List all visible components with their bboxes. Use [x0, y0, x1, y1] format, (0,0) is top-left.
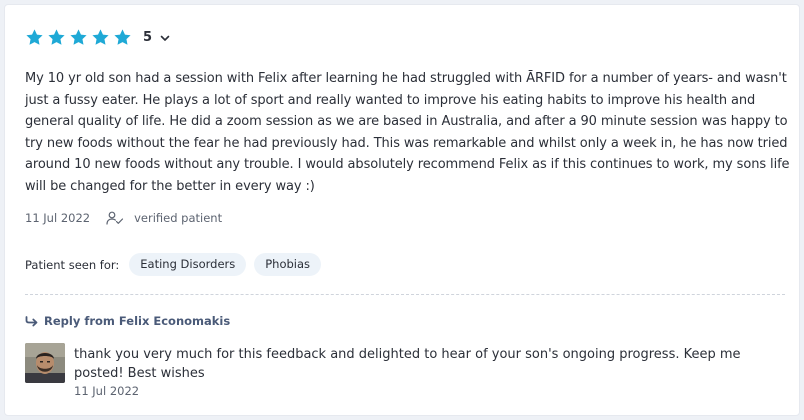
star-icon [114, 29, 131, 45]
user-check-icon [106, 211, 124, 225]
seen-for-label: Patient seen for: [25, 257, 120, 272]
reply-text: thank you very much for this feedback an… [74, 347, 741, 381]
review-card: 5 My 10 yr old son had a session with Fe… [4, 4, 800, 416]
tag-phobias[interactable]: Phobias [254, 253, 322, 276]
verified-label: verified patient [134, 211, 223, 225]
patient-seen-for: Patient seen for: Eating Disorders Phobi… [25, 253, 329, 276]
star-icon [26, 29, 43, 45]
chevron-down-icon[interactable] [159, 32, 171, 44]
reply-heading-text: Reply from Felix Economakis [44, 314, 231, 328]
star-icon [70, 29, 87, 45]
tag-eating-disorders[interactable]: Eating Disorders [129, 253, 247, 276]
review-date: 11 Jul 2022 [25, 211, 91, 225]
star-icon [48, 29, 65, 45]
avatar [25, 343, 65, 383]
rating-value: 5 [143, 30, 153, 45]
review-meta: 11 Jul 2022 verified patient [25, 211, 222, 225]
star-icon [92, 29, 109, 45]
divider [25, 294, 785, 295]
reply-date: 11 Jul 2022 [74, 384, 140, 398]
reply-arrow-icon [25, 316, 38, 327]
review-text: My 10 yr old son had a session with Feli… [25, 71, 790, 194]
star-rating [25, 28, 132, 47]
rating-row: 5 [25, 28, 171, 47]
reply-heading: Reply from Felix Economakis [25, 314, 230, 328]
